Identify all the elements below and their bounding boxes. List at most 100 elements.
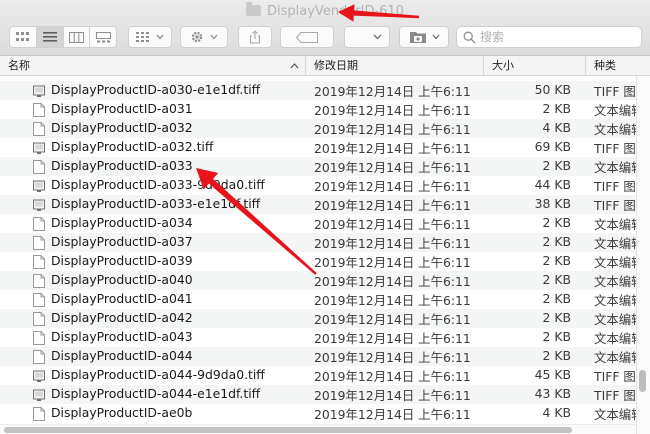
group-by-button[interactable] [128,26,172,48]
file-size: 44 KB [534,177,571,192]
image-file-icon [33,142,45,154]
file-kind: 文本编辑 [594,293,636,308]
file-name: DisplayProductID-a043 [51,329,193,344]
file-size: 69 KB [534,139,571,154]
column-kind-label: 种类 [594,59,616,72]
file-modified-date: 2019年12月14日 上午6:11 [314,141,471,156]
file-modified-date: 2019年12月14日 上午6:11 [314,293,471,308]
icon-view-button[interactable] [10,27,37,47]
file-name: DisplayProductID-a033-9d9da0.tiff [51,177,265,192]
search-field[interactable] [456,26,642,48]
file-kind: 文本编辑 [594,331,636,346]
path-dropdown[interactable] [344,26,390,48]
gallery-view-button[interactable] [90,27,116,47]
file-row[interactable]: DisplayProductID-a044 2019年12月14日 上午6:11 2… [0,347,636,366]
file-size: 2 KB [542,158,571,173]
file-name: DisplayProductID-a044 [51,348,193,363]
sort-ascending-icon [290,63,299,69]
list-view-button[interactable] [36,27,64,47]
file-row[interactable]: DisplayProductID-a040 2019年12月14日 上午6:11 2… [0,271,636,290]
file-row[interactable]: DisplayProductID-a032 2019年12月14日 上午6:11 4… [0,119,636,138]
file-name: DisplayProductID-a039 [51,253,193,268]
file-name: DisplayProductID-a034 [51,215,193,230]
file-row[interactable]: DisplayProductID-a037 2019年12月14日 上午6:11 2… [0,233,636,252]
file-row[interactable]: DisplayProductID-a032.tiff 2019年12月14日 上午… [0,138,636,157]
document-icon [33,255,45,269]
file-kind: TIFF 图像 [594,388,636,403]
window-titlebar: DisplayVendorID-610 [0,0,650,56]
document-icon [33,103,45,117]
file-row[interactable]: DisplayProductID-a033-9d9da0.tiff 2019年12… [0,176,636,195]
file-row[interactable]: DisplayProductID-a041 2019年12月14日 上午6:11 2… [0,290,636,309]
file-size: 45 KB [534,367,571,382]
window-title: DisplayVendorID-610 [0,2,650,22]
file-row[interactable]: DisplayProductID-ae0b 2019年12月14日 上午6:11 4… [0,404,636,423]
file-kind: 文本编辑 [594,407,636,422]
view-mode-control[interactable] [9,26,117,48]
document-icon [33,236,45,250]
file-row[interactable]: DisplayProductID-a031 2019年12月14日 上午6:11 2… [0,100,636,119]
file-name: DisplayProductID-a041 [51,291,193,306]
file-row[interactable]: DisplayProductID-a033-e1e1df.tiff 2019年12… [0,195,636,214]
file-modified-date: 2019年12月14日 上午6:11 [314,122,471,137]
column-view-icon [68,31,84,43]
file-name: DisplayProductID-a032.tiff [51,139,214,154]
document-icon [33,312,45,326]
horizontal-scrollbar-thumb[interactable] [4,427,572,433]
folder-add-icon [409,32,426,43]
column-date-header[interactable]: 修改日期 [306,56,484,76]
file-size: 50 KB [534,82,571,97]
new-folder-button[interactable] [399,26,449,48]
file-size: 2 KB [542,234,571,249]
image-file-icon [33,389,45,401]
file-size: 4 KB [542,120,571,135]
file-row[interactable]: DisplayProductID-a044-9d9da0.tiff 2019年12… [0,366,636,385]
column-size-label: 大小 [492,59,514,72]
document-icon [33,274,45,288]
tags-button[interactable] [280,26,334,48]
column-size-header[interactable]: 大小 [484,56,586,76]
column-header: 名称 修改日期 大小 种类 [0,56,650,76]
chevron-down-icon [156,34,164,40]
file-modified-date: 2019年12月14日 上午6:11 [314,312,471,327]
image-file-icon [33,370,45,382]
group-grid-icon [136,32,149,42]
document-icon [33,122,45,136]
document-icon [33,293,45,307]
file-row[interactable]: DisplayProductID-a043 2019年12月14日 上午6:11 2… [0,328,636,347]
file-kind: 文本编辑 [594,255,636,270]
file-name: DisplayProductID-a040 [51,272,193,287]
file-name: DisplayProductID-a033 [51,158,193,173]
share-button[interactable] [238,26,272,48]
file-size: 38 KB [534,196,571,211]
file-size: 2 KB [542,253,571,268]
file-kind: 文本编辑 [594,312,636,327]
file-name: DisplayProductID-a033-e1e1df.tiff [51,196,261,211]
search-input[interactable] [480,30,630,44]
column-kind-header[interactable]: 种类 [586,56,650,76]
file-row[interactable]: DisplayProductID-a044-e1e1df.tiff 2019年12… [0,385,636,404]
file-modified-date: 2019年12月14日 上午6:11 [314,255,471,270]
column-view-button[interactable] [64,27,91,47]
vertical-scrollbar-thumb[interactable] [639,370,646,392]
file-size: 2 KB [542,348,571,363]
file-modified-date: 2019年12月14日 上午6:11 [314,160,471,175]
file-row[interactable]: DisplayProductID-a042 2019年12月14日 上午6:11 2… [0,309,636,328]
file-row[interactable]: DisplayProductID-a033 2019年12月14日 上午6:11 2… [0,157,636,176]
gear-icon [191,31,203,43]
file-row[interactable]: DisplayProductID-a034 2019年12月14日 上午6:11 2… [0,214,636,233]
file-size: 2 KB [542,329,571,344]
file-name: DisplayProductID-a044-9d9da0.tiff [51,367,265,382]
file-modified-date: 2019年12月14日 上午6:11 [314,179,471,194]
image-file-icon [33,199,45,211]
file-name: DisplayProductID-ae0b [51,405,193,420]
file-kind: 文本编辑 [594,350,636,365]
file-size: 2 KB [542,310,571,325]
action-menu-button[interactable] [180,26,228,48]
file-kind: 文本编辑 [594,122,636,137]
file-row[interactable]: DisplayProductID-a030-e1e1df.tiff 2019年12… [0,81,636,100]
column-name-header[interactable]: 名称 [0,56,306,76]
file-kind: TIFF 图像 [594,369,636,384]
folder-icon [246,2,262,16]
file-row[interactable]: DisplayProductID-a039 2019年12月14日 上午6:11 2… [0,252,636,271]
